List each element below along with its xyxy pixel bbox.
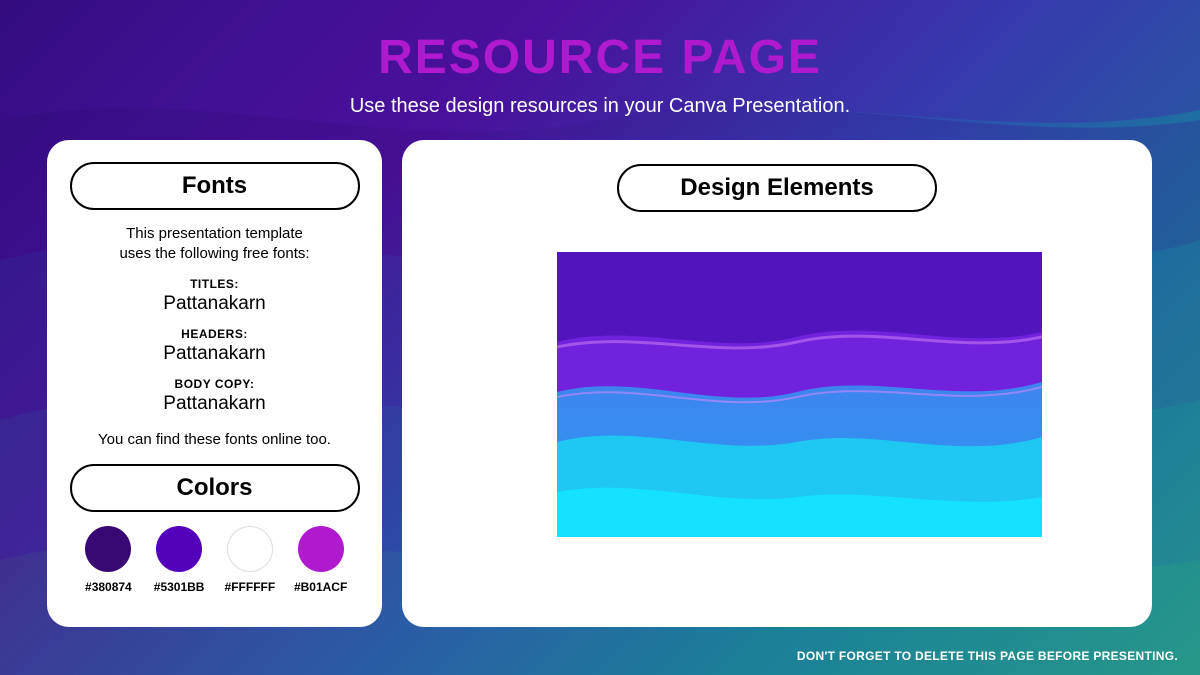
font-label-headers: HEADERS: [67, 327, 362, 341]
font-label-body: BODY COPY: [67, 377, 362, 391]
footer-note: DON'T FORGET TO DELETE THIS PAGE BEFORE … [797, 649, 1178, 663]
swatch-2 [227, 526, 273, 572]
fonts-intro-line1: This presentation template [126, 225, 303, 242]
swatch-1 [156, 526, 202, 572]
swatch-col-2: #FFFFFF [215, 526, 285, 594]
font-block-body: BODY COPY: Pattanakarn [67, 377, 362, 415]
page-title: RESOURCE PAGE [0, 30, 1200, 85]
font-block-headers: HEADERS: Pattanakarn [67, 327, 362, 365]
swatch-hex-3: #B01ACF [294, 580, 347, 594]
fonts-card: Fonts This presentation template uses th… [47, 140, 382, 627]
fonts-intro-line2: uses the following free fonts: [119, 245, 309, 262]
color-swatches: #380874 #5301BB #FFFFFF #B01ACF [67, 526, 362, 594]
swatch-col-3: #B01ACF [286, 526, 356, 594]
design-element-image [557, 252, 1042, 537]
colors-heading-pill: Colors [70, 464, 360, 512]
design-elements-card: Design Elements [402, 140, 1152, 627]
swatch-col-0: #380874 [73, 526, 143, 594]
swatch-hex-1: #5301BB [154, 580, 205, 594]
fonts-heading-pill: Fonts [70, 162, 360, 210]
font-name-headers: Pattanakarn [67, 343, 362, 365]
fonts-intro: This presentation template uses the foll… [67, 224, 362, 265]
swatch-hex-0: #380874 [85, 580, 132, 594]
design-elements-heading-pill: Design Elements [617, 164, 937, 212]
font-name-body: Pattanakarn [67, 393, 362, 415]
swatch-0 [85, 526, 131, 572]
swatch-3 [298, 526, 344, 572]
fonts-note: You can find these fonts online too. [67, 431, 362, 448]
font-label-titles: TITLES: [67, 277, 362, 291]
page-subtitle: Use these design resources in your Canva… [0, 95, 1200, 118]
font-block-titles: TITLES: Pattanakarn [67, 277, 362, 315]
font-name-titles: Pattanakarn [67, 293, 362, 315]
swatch-hex-2: #FFFFFF [225, 580, 276, 594]
swatch-col-1: #5301BB [144, 526, 214, 594]
